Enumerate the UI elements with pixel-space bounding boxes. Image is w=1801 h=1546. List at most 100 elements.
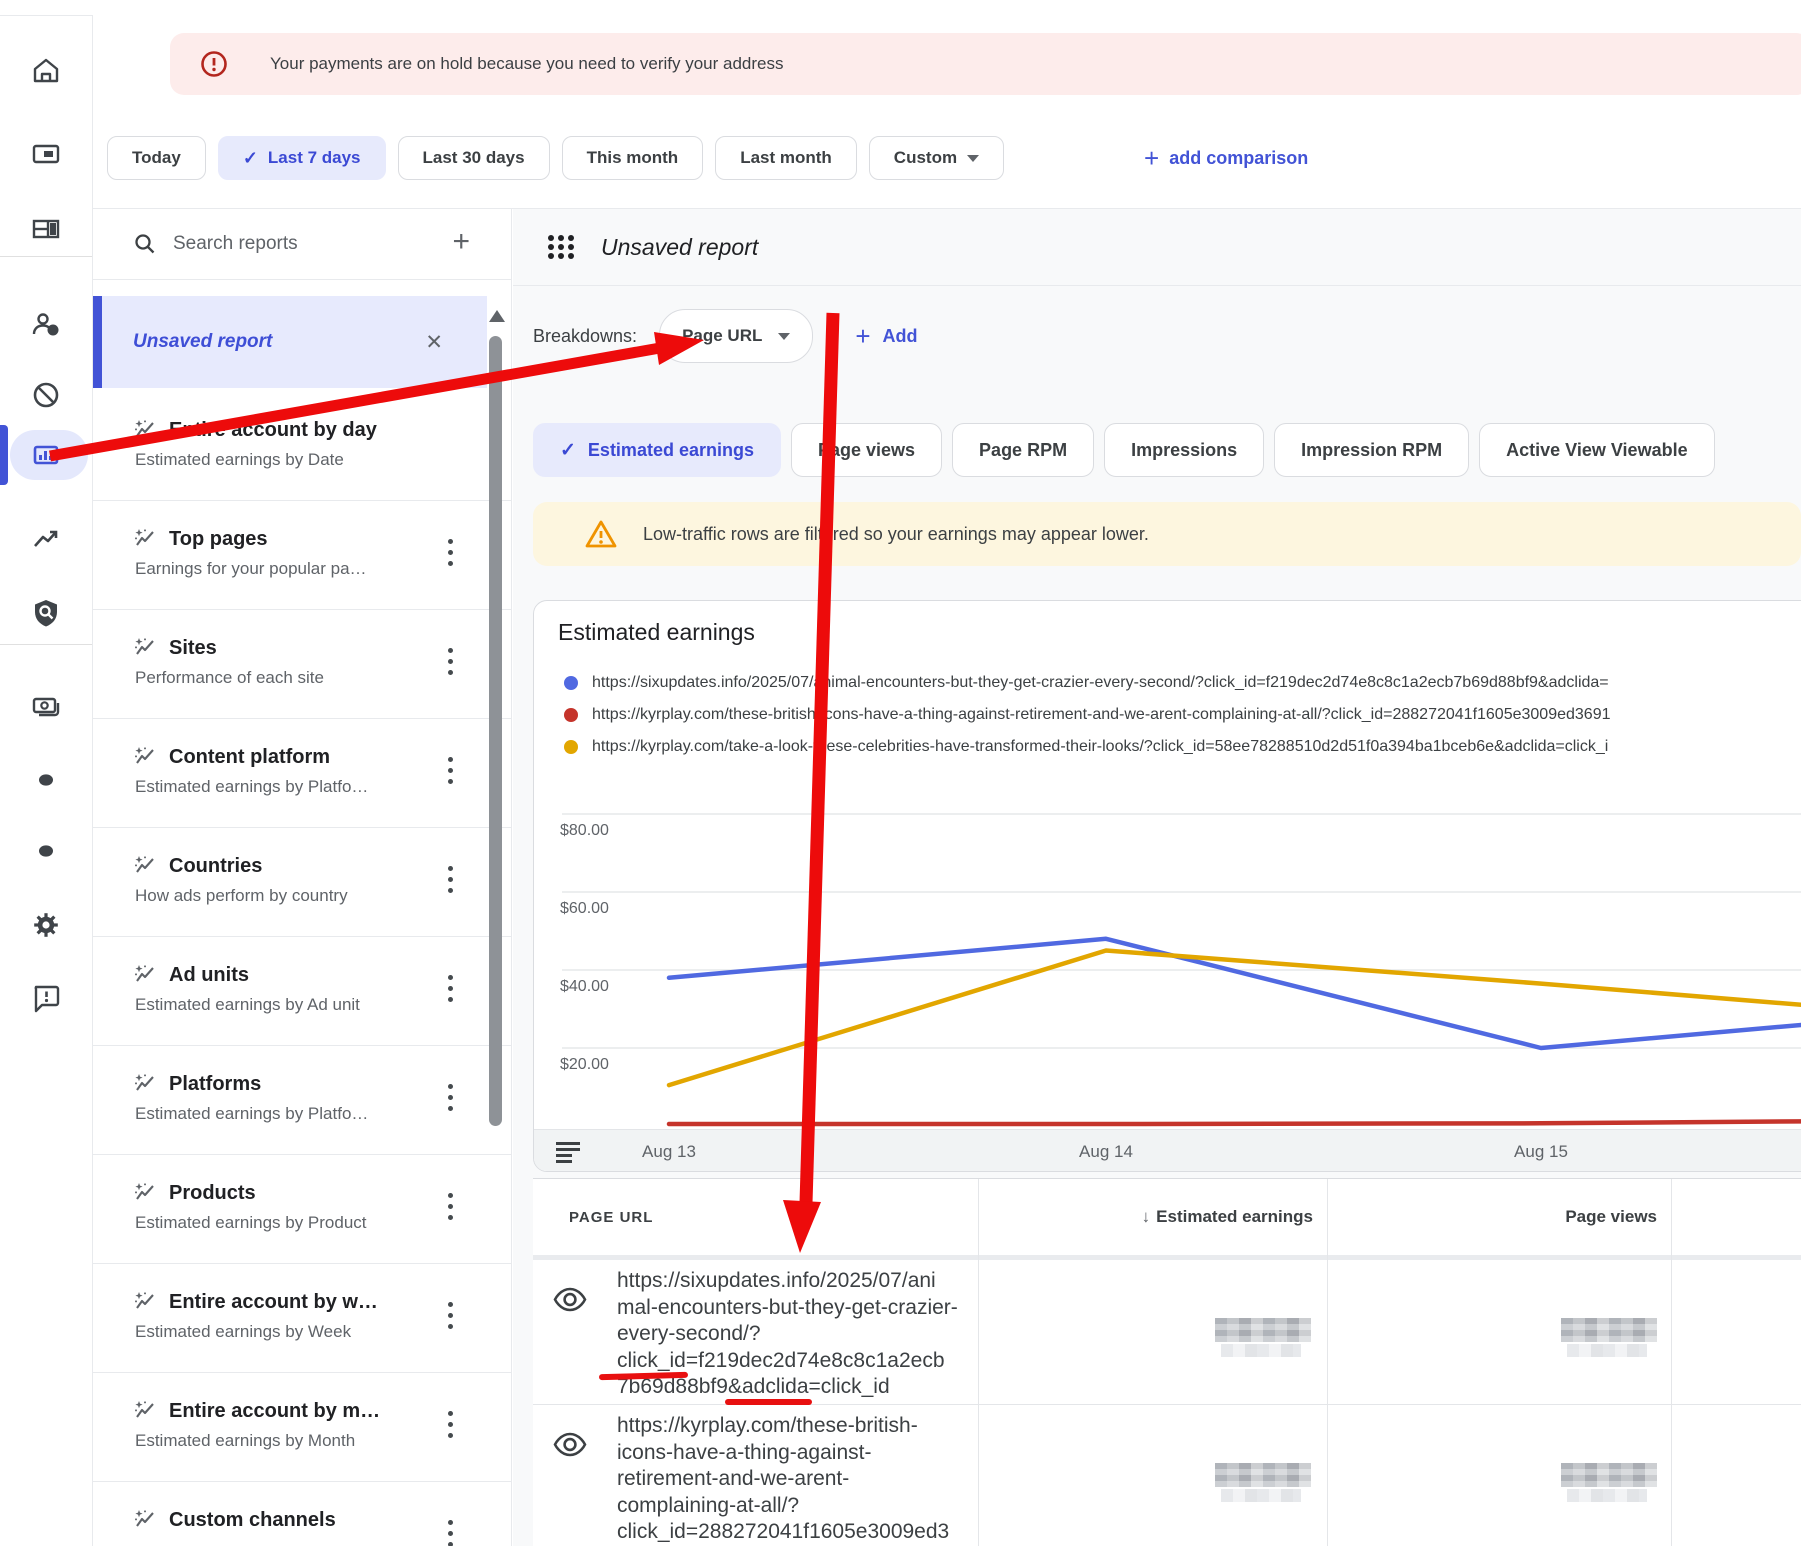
sidebar-item-unsaved-report[interactable]: Unsaved report ✕: [93, 296, 487, 388]
list-item[interactable]: Ad units Estimated earnings by Ad unit: [93, 937, 512, 1046]
y-tick-label: $80.00: [560, 822, 609, 840]
report-title: Sites: [169, 637, 217, 660]
breakdown-select[interactable]: Page URL: [659, 309, 813, 363]
list-item[interactable]: Custom channels: [93, 1482, 512, 1546]
kebab-menu-icon[interactable]: [448, 1411, 454, 1444]
list-item[interactable]: Top pages Earnings for your popular pa…: [93, 501, 512, 610]
add-report-icon[interactable]: +: [452, 227, 470, 257]
list-item[interactable]: Entire account by day Estimated earnings…: [93, 392, 512, 501]
list-item[interactable]: Entire account by m… Estimated earnings …: [93, 1373, 512, 1482]
date-filter-label: Last 7 days: [268, 148, 361, 168]
column-divider: [978, 1179, 979, 1546]
y-tick-label: $40.00: [560, 978, 609, 996]
red-underlined-text: &adclida: [728, 1375, 809, 1398]
list-item[interactable]: Entire account by w… Estimated earnings …: [93, 1264, 512, 1373]
rail-divider: [0, 256, 92, 257]
metric-tab[interactable]: Impressions: [1104, 423, 1264, 477]
kebab-menu-icon[interactable]: [448, 975, 454, 1008]
policy-center-icon[interactable]: [31, 598, 61, 628]
column-header-estimated-earnings[interactable]: ↓Estimated earnings: [933, 1207, 1313, 1227]
payments-icon[interactable]: [31, 692, 61, 722]
metric-tab[interactable]: Active View Viewable: [1479, 423, 1714, 477]
eye-icon[interactable]: [551, 1286, 589, 1313]
date-filter-button[interactable]: Today: [107, 136, 206, 180]
breakdowns-row: Breakdowns: Page URL + Add: [533, 309, 918, 363]
eye-icon[interactable]: [551, 1431, 589, 1458]
metric-tab[interactable]: ✓ Estimated earnings: [533, 423, 781, 477]
search-reports-input[interactable]: [171, 232, 425, 256]
insights-sparkline-icon: [133, 1399, 157, 1423]
kebab-menu-icon[interactable]: [448, 757, 454, 790]
ads-icon[interactable]: [31, 139, 61, 169]
kebab-menu-icon[interactable]: [448, 866, 454, 899]
kebab-menu-icon[interactable]: [448, 1520, 454, 1546]
kebab-menu-icon[interactable]: [448, 1084, 454, 1117]
account-icon[interactable]: [31, 309, 61, 339]
feedback-icon[interactable]: [31, 983, 61, 1013]
line-chart: [534, 601, 1801, 1172]
warning-text: Low-traffic rows are filtered so your ea…: [643, 524, 1149, 545]
report-title: Platforms: [169, 1073, 261, 1096]
table-view-icon[interactable]: [556, 1142, 582, 1166]
scrollbar-thumb[interactable]: [489, 336, 502, 1126]
x-axis-band: Aug 13 Aug 14 Aug 15: [534, 1129, 1801, 1172]
report-subtitle: Estimated earnings by Ad unit: [135, 995, 360, 1015]
add-breakdown-button[interactable]: + Add: [855, 321, 917, 352]
sort-descending-icon: ↓: [1142, 1207, 1151, 1226]
add-comparison-link[interactable]: + add comparison: [1144, 145, 1308, 171]
reports-icon[interactable]: [31, 440, 61, 470]
metric-tab[interactable]: Impression RPM: [1274, 423, 1469, 477]
column-divider: [1327, 1179, 1328, 1546]
list-item[interactable]: Sites Performance of each site: [93, 610, 512, 719]
date-filter-button[interactable]: Last 30 days: [398, 136, 550, 180]
date-filter-button[interactable]: ✓ Last 7 days: [218, 136, 386, 180]
chevron-down-icon: [967, 155, 979, 162]
report-subtitle: Estimated earnings by Date: [135, 450, 344, 470]
kebab-menu-icon[interactable]: [448, 1193, 454, 1226]
kebab-menu-icon[interactable]: [448, 539, 454, 572]
scrollbar-up-arrow[interactable]: [489, 310, 505, 322]
metric-tab[interactable]: Page views: [791, 423, 942, 477]
breakdown-value: Page URL: [682, 326, 762, 346]
blocking-controls-icon[interactable]: [31, 380, 61, 410]
kebab-menu-icon[interactable]: [448, 1302, 454, 1335]
date-filter-button[interactable]: This month: [562, 136, 704, 180]
report-subtitle: Estimated earnings by Platfo…: [135, 777, 368, 797]
list-item[interactable]: Platforms Estimated earnings by Platfo…: [93, 1046, 512, 1155]
table-row[interactable]: https://sixupdates.info/2025/07/animal-e…: [533, 1260, 1801, 1405]
report-title: Custom channels: [169, 1509, 336, 1532]
check-icon: ✓: [243, 148, 258, 169]
date-filter-button[interactable]: Custom: [869, 136, 1004, 180]
plus-icon: +: [1144, 145, 1159, 171]
list-item[interactable]: Content platform Estimated earnings by P…: [93, 719, 512, 828]
blurred-pageviews-value: [1561, 1318, 1657, 1342]
list-item[interactable]: Countries How ads perform by country: [93, 828, 512, 937]
metric-tab-label: Page views: [818, 440, 915, 461]
more-dot-icon[interactable]: [31, 836, 61, 866]
kebab-menu-icon[interactable]: [448, 648, 454, 681]
column-header-page-views[interactable]: Page views: [1293, 1207, 1657, 1227]
chevron-down-icon: [778, 333, 790, 340]
metric-tab[interactable]: Page RPM: [952, 423, 1094, 477]
insights-sparkline-icon: [133, 745, 157, 769]
grid-apps-icon[interactable]: [548, 235, 575, 259]
table-row[interactable]: https://kyrplay.com/these-british-icons-…: [533, 1405, 1801, 1546]
settings-gear-icon[interactable]: [31, 910, 61, 940]
optimization-icon[interactable]: [31, 525, 61, 555]
column-header-page-url[interactable]: PAGE URL: [569, 1209, 653, 1226]
page-url-cell: https://sixupdates.info/2025/07/animal-e…: [617, 1268, 977, 1401]
blurred-pageviews-value: [1561, 1463, 1657, 1487]
page-url-cell: https://kyrplay.com/these-british-icons-…: [617, 1413, 977, 1546]
report-title: Entire account by day: [169, 419, 377, 442]
reports-sidebar-panel: + Unsaved report ✕ Entire account by day…: [93, 209, 512, 1546]
date-filter-button[interactable]: Last month: [715, 136, 857, 180]
insights-sparkline-icon: [133, 1290, 157, 1314]
x-tick-label: Aug 13: [642, 1142, 696, 1162]
more-dot-icon[interactable]: [31, 765, 61, 795]
close-icon[interactable]: ✕: [425, 330, 443, 355]
list-item[interactable]: Products Estimated earnings by Product: [93, 1155, 512, 1264]
x-tick-label: Aug 14: [1079, 1142, 1133, 1162]
layout-icon[interactable]: [31, 214, 61, 244]
home-icon[interactable]: [31, 55, 61, 85]
chart-series-line: [669, 1121, 1801, 1124]
